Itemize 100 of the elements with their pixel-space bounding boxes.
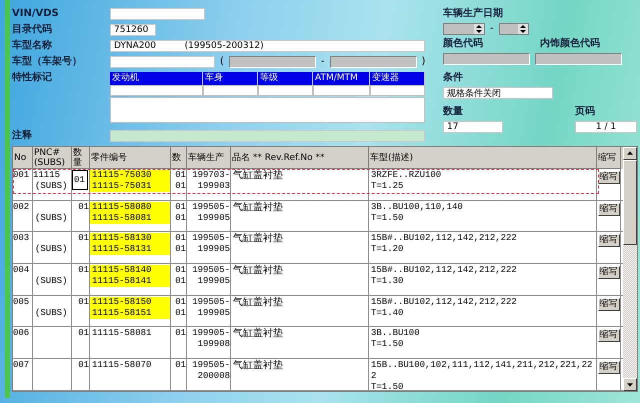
part-number[interactable]: 11115-58080 [90, 202, 170, 213]
vin-field[interactable] [110, 8, 205, 20]
feature-cell[interactable] [110, 85, 203, 96]
scrollbar[interactable] [623, 147, 637, 391]
table-cell-text: 气缸盖衬垫 [232, 328, 283, 342]
feature-cell[interactable] [258, 85, 313, 96]
part-number[interactable]: 11115-58130 [90, 233, 170, 244]
trim-color-field[interactable] [535, 53, 622, 65]
feature-cell[interactable] [313, 85, 370, 96]
table-cell: 01 [175, 244, 186, 256]
part-number[interactable]: 11115-58150 [90, 296, 170, 308]
spinner-arrows-icon[interactable] [474, 24, 484, 34]
column-header: 车辆生产 [187, 147, 231, 169]
column-header: 品名 ** Rev.Ref.No ** [231, 147, 369, 169]
paren-text: ( [220, 56, 224, 68]
column-header: 车身 [203, 72, 258, 85]
table-cell: 199505- [192, 360, 230, 372]
part-number[interactable]: 11115-58140 [90, 265, 170, 276]
table-cell-text: T=1.50 [370, 212, 404, 224]
catalog-field[interactable]: 751260 [110, 24, 156, 36]
table-cell-text: (SUBS) [34, 308, 68, 319]
part-number[interactable]: 11115-58141 [90, 276, 170, 288]
frame-field[interactable] [330, 56, 417, 68]
table-cell-text: 01 [78, 328, 89, 340]
part-number[interactable]: 11115-58081 [90, 212, 170, 224]
dash-text: - [320, 56, 325, 68]
part-number[interactable]: 11115-75030 [90, 170, 170, 181]
model-name-field[interactable]: DYNA200 (199505-200312) [110, 40, 425, 52]
table-cell-text: (SUBS) [34, 276, 68, 288]
column-header: 等级 [258, 72, 313, 85]
column-header: 数量 [72, 147, 90, 169]
color-field[interactable] [443, 53, 530, 65]
table-cell-text: T=1.50 [370, 382, 404, 390]
abbreviation-button[interactable]: 缩写 [598, 234, 620, 248]
date-spinner[interactable] [498, 23, 529, 35]
feature-cell[interactable] [203, 85, 258, 96]
table-row[interactable]: 005 (SUBS) 01 11115-58150 11115-58151 01 01 199505- 199905 气缸盖衬垫 15B#..BU102,112,142,212,222 T=1.40 缩写 [13, 296, 623, 328]
abbreviation-button[interactable]: 缩写 [598, 361, 620, 374]
field-label: 内饰颜色代码 [540, 38, 600, 50]
table-cell-text: T=1.40 [370, 308, 404, 319]
table-cell-text: (SUBS) [34, 244, 68, 256]
part-number[interactable]: 11115-58081 [90, 328, 170, 340]
table-cell-text: 2 [370, 371, 378, 382]
frame-field[interactable] [228, 56, 316, 68]
column-header: ATM/MTM [313, 72, 370, 85]
table-cell: 199505- [192, 265, 230, 276]
field-label: 车型名称 [12, 40, 53, 52]
table-cell: 199908 [198, 339, 230, 350]
field-label: 车型（车架号） [12, 56, 83, 68]
column-header: 缩写 [597, 147, 621, 169]
table-cell: 199905- [192, 328, 230, 340]
count-field[interactable]: 17 [443, 121, 503, 133]
table-cell: 01 [175, 276, 186, 288]
table-cell: 01 [175, 170, 186, 181]
table-cell-text: 003 [13, 233, 30, 246]
table-cell: 01 [175, 328, 186, 340]
abbreviation-button[interactable]: 缩写 [598, 266, 620, 280]
table-cell-text: 气缸盖衬垫 [232, 233, 283, 246]
table-cell-text: 15B#..BU102,112,142,212,222 [370, 265, 518, 276]
table-cell-text: 01 [78, 233, 89, 246]
table-cell: 199905 [198, 212, 230, 224]
table-cell: 199505- [192, 296, 230, 308]
part-number[interactable]: 11115-58151 [90, 308, 170, 319]
date-spinner[interactable] [443, 23, 485, 35]
table-cell: 01 [175, 202, 186, 213]
table-cell-text: 01 [78, 360, 89, 372]
table-cell: 199903 [198, 181, 230, 192]
model-field[interactable] [110, 56, 215, 68]
abbreviation-button[interactable]: 缩写 [598, 171, 620, 184]
spinner-arrows-icon[interactable] [518, 24, 528, 34]
table-cell-text: 3B..BU100,110,140 [370, 202, 464, 213]
part-number[interactable]: 11115-58070 [90, 360, 170, 372]
field-label: VIN/VDS [12, 8, 60, 20]
quantity-field[interactable]: 01 [72, 170, 88, 190]
page-field[interactable]: 1 / 1 [575, 121, 637, 133]
table-row[interactable]: 003 (SUBS) 01 11115-58130 11115-58131 01 01 199505- 199905 气缸盖衬垫 15B#..BU102,112,142,212,222 T=1.20 缩写 [13, 232, 623, 264]
note-field[interactable] [110, 130, 425, 142]
field-label: 颜色代码 [443, 38, 484, 50]
part-number[interactable]: 11115-58131 [90, 244, 170, 256]
column-header: 发动机 [110, 72, 203, 85]
table-cell-text: 004 [13, 265, 30, 278]
table-row[interactable]: 007 01 11115-58070 01 199505- 200008 气缸盖衬垫 15B..BU100,102,111,112,141,211,212,221,22 2 T=1.50 缩写 [13, 359, 623, 391]
abbreviation-button[interactable]: 缩写 [598, 202, 620, 216]
scroll-down-icon[interactable] [623, 378, 637, 391]
table-cell-text: 气缸盖衬垫 [232, 360, 283, 374]
abbreviation-button[interactable]: 缩写 [598, 298, 620, 311]
table-cell-text: 11115 [33, 170, 62, 181]
abbreviation-button[interactable]: 缩写 [598, 329, 620, 342]
field-label: 车辆生产日期 [443, 8, 504, 20]
scrollbar-thumb[interactable] [623, 160, 637, 245]
condition-field[interactable]: 规格条件关闭 [443, 87, 553, 99]
table-cell-text: 006 [13, 328, 30, 340]
table-row[interactable]: 002 (SUBS) 01 11115-58080 11115-58081 01 01 199505- 199905 气缸盖衬垫 3B..BU100,110,140 T=1.50 缩写 [13, 200, 623, 232]
scroll-up-icon[interactable] [623, 147, 637, 160]
table-cell: 199905 [198, 276, 230, 288]
part-number[interactable]: 11115-75031 [90, 181, 170, 192]
table-row[interactable]: 006 01 11115-58081 01 199905- 199908 气缸盖衬垫 3B..BU100 T=1.50 缩写 [13, 327, 623, 360]
table-row[interactable]: 004 (SUBS) 01 11115-58140 11115-58141 01 01 199505- 199905 气缸盖衬垫 15B#..BU102,112,142,212,222 T=1.30 缩写 [13, 264, 623, 296]
table-cell: 01 [175, 296, 186, 308]
feature-cell[interactable] [370, 85, 425, 96]
